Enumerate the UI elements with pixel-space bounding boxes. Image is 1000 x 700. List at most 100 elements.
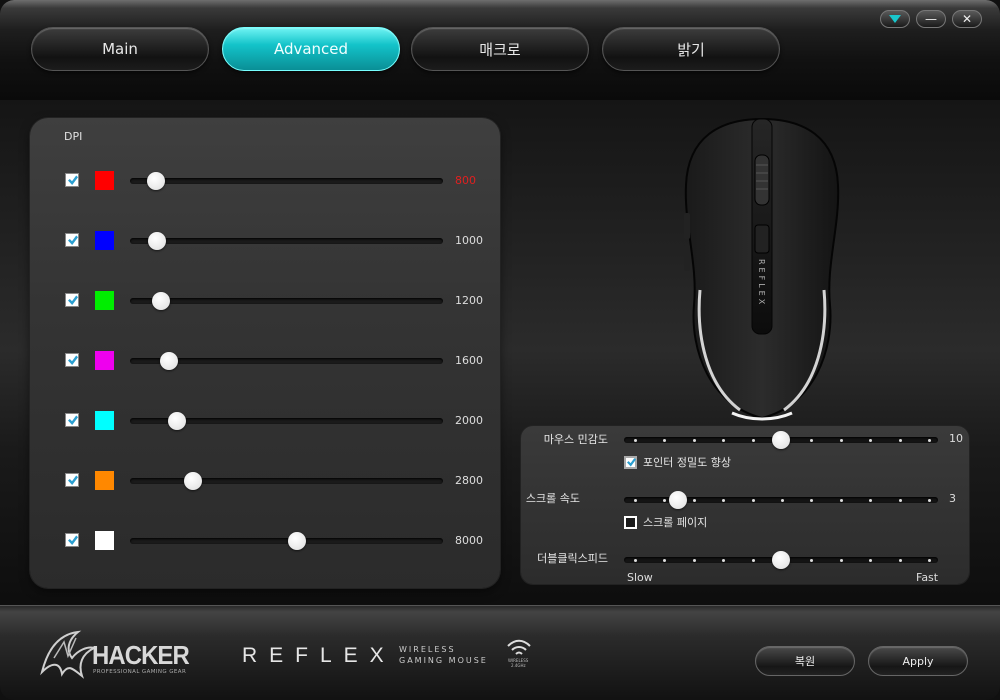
- dpi-row: 1200: [30, 286, 500, 316]
- slider-tick: [751, 499, 755, 502]
- double-click-slider[interactable]: [624, 551, 938, 569]
- dpi-color-swatch[interactable]: [95, 171, 114, 190]
- scroll-page-label: 스크롤 페이지: [643, 516, 708, 529]
- mouse-image: REFLEX: [680, 115, 844, 423]
- dpi-level-checkbox[interactable]: [65, 473, 79, 487]
- dpi-level-checkbox[interactable]: [65, 293, 79, 307]
- close-icon: ✕: [961, 12, 973, 26]
- slider-tick: [692, 439, 696, 442]
- dpi-value: 2800: [455, 474, 483, 487]
- dpi-value: 8000: [455, 534, 483, 547]
- slider-tick: [810, 439, 814, 442]
- dpi-slider-thumb[interactable]: [151, 292, 170, 310]
- dpi-slider[interactable]: [130, 298, 443, 304]
- hacker-logo: HACKER PROFESSIONAL GAMING GEAR: [38, 628, 190, 680]
- slider-tick: [839, 439, 843, 442]
- checkmark-icon: [68, 415, 78, 425]
- tab-macro[interactable]: 매크로: [411, 27, 589, 71]
- dpi-slider-thumb[interactable]: [167, 412, 186, 430]
- product-name: REFLEX: [242, 644, 396, 667]
- dpi-slider[interactable]: [130, 538, 443, 544]
- dpi-color-swatch[interactable]: [95, 411, 114, 430]
- close-button[interactable]: ✕: [952, 10, 982, 28]
- dpi-level-checkbox[interactable]: [65, 233, 79, 247]
- slider-tick: [722, 499, 726, 502]
- dpi-value: 2000: [455, 414, 483, 427]
- dpi-slider-thumb[interactable]: [184, 472, 203, 490]
- slider-tick: [869, 559, 873, 562]
- slider-tick: [692, 499, 696, 502]
- slider-tick: [751, 439, 755, 442]
- slider-tick: [663, 439, 667, 442]
- product-line1: WIRELESS: [399, 645, 456, 654]
- slider-tick: [634, 499, 637, 502]
- wireless-icon: [507, 639, 531, 655]
- slider-thumb[interactable]: [772, 431, 790, 449]
- dpi-color-swatch[interactable]: [95, 291, 114, 310]
- dpi-slider[interactable]: [130, 238, 443, 244]
- sensitivity-label: 마우스 민감도: [543, 433, 608, 446]
- slow-label: Slow: [627, 571, 653, 584]
- minimize-icon: —: [925, 12, 937, 26]
- apply-button[interactable]: Apply: [868, 646, 968, 676]
- slider-tick: [663, 559, 667, 562]
- sensitivity-slider[interactable]: [624, 431, 938, 449]
- footer-bar: HACKER PROFESSIONAL GAMING GEAR REFLEX W…: [0, 605, 1000, 700]
- slider-tick: [722, 439, 726, 442]
- product-line2: GAMING MOUSE: [399, 656, 488, 665]
- svg-text:REFLEX: REFLEX: [757, 259, 766, 307]
- dpi-row: 2000: [30, 406, 500, 436]
- dpi-level-checkbox[interactable]: [65, 173, 79, 187]
- dpi-value: 800: [455, 174, 476, 187]
- dpi-color-swatch[interactable]: [95, 531, 114, 550]
- minimize-button[interactable]: —: [916, 10, 946, 28]
- checkmark-icon: [68, 235, 78, 245]
- scroll-speed-slider[interactable]: [624, 491, 938, 509]
- reset-button[interactable]: 복원: [755, 646, 855, 676]
- dpi-level-checkbox[interactable]: [65, 533, 79, 547]
- dpi-slider[interactable]: [130, 478, 443, 484]
- dpi-slider-thumb[interactable]: [288, 532, 307, 550]
- dpi-value: 1000: [455, 234, 483, 247]
- slider-tick: [810, 499, 814, 502]
- slider-thumb[interactable]: [669, 491, 688, 509]
- slider-thumb[interactable]: [772, 551, 790, 569]
- dpi-row: 1600: [30, 346, 500, 376]
- tab-main[interactable]: Main: [31, 27, 209, 71]
- dpi-level-checkbox[interactable]: [65, 413, 79, 427]
- tab-brightness[interactable]: 밝기: [602, 27, 780, 71]
- dpi-slider-thumb[interactable]: [147, 232, 166, 250]
- triangle-down-icon: [889, 15, 901, 23]
- dropdown-button[interactable]: [880, 10, 910, 28]
- checkmark-icon: [68, 295, 78, 305]
- hacker-logo-icon: [40, 630, 97, 679]
- dpi-row: 1000: [30, 226, 500, 256]
- slider-tick: [869, 499, 873, 502]
- slider-tick: [839, 499, 843, 502]
- tab-label: 밝기: [677, 40, 705, 59]
- slider-tick: [839, 559, 843, 562]
- slider-tick: [869, 439, 873, 442]
- tab-label: Main: [102, 40, 138, 58]
- dpi-color-swatch[interactable]: [95, 231, 114, 250]
- tab-label: 매크로: [479, 40, 521, 59]
- slider-tick: [634, 439, 637, 442]
- scroll-page-checkbox[interactable]: 스크롤 페이지: [624, 514, 707, 530]
- slider-tick: [898, 499, 902, 502]
- sensitivity-value: 10: [949, 432, 963, 445]
- dpi-row: 800: [30, 166, 500, 196]
- dpi-slider[interactable]: [130, 178, 443, 184]
- tab-advanced[interactable]: Advanced: [222, 27, 400, 71]
- dpi-slider-thumb[interactable]: [159, 352, 178, 370]
- dpi-slider-thumb[interactable]: [146, 172, 165, 190]
- enhance-precision-checkbox[interactable]: 포인터 정밀도 향상: [624, 454, 731, 470]
- apply-label: Apply: [902, 654, 934, 668]
- dpi-value: 1600: [455, 354, 483, 367]
- reset-label: 복원: [794, 655, 816, 668]
- dpi-color-swatch[interactable]: [95, 351, 114, 370]
- scroll-speed-label: 스크롤 속도: [525, 492, 580, 505]
- dpi-row: 8000: [30, 526, 500, 556]
- dpi-color-swatch[interactable]: [95, 471, 114, 490]
- slider-tick: [898, 439, 902, 442]
- dpi-level-checkbox[interactable]: [65, 353, 79, 367]
